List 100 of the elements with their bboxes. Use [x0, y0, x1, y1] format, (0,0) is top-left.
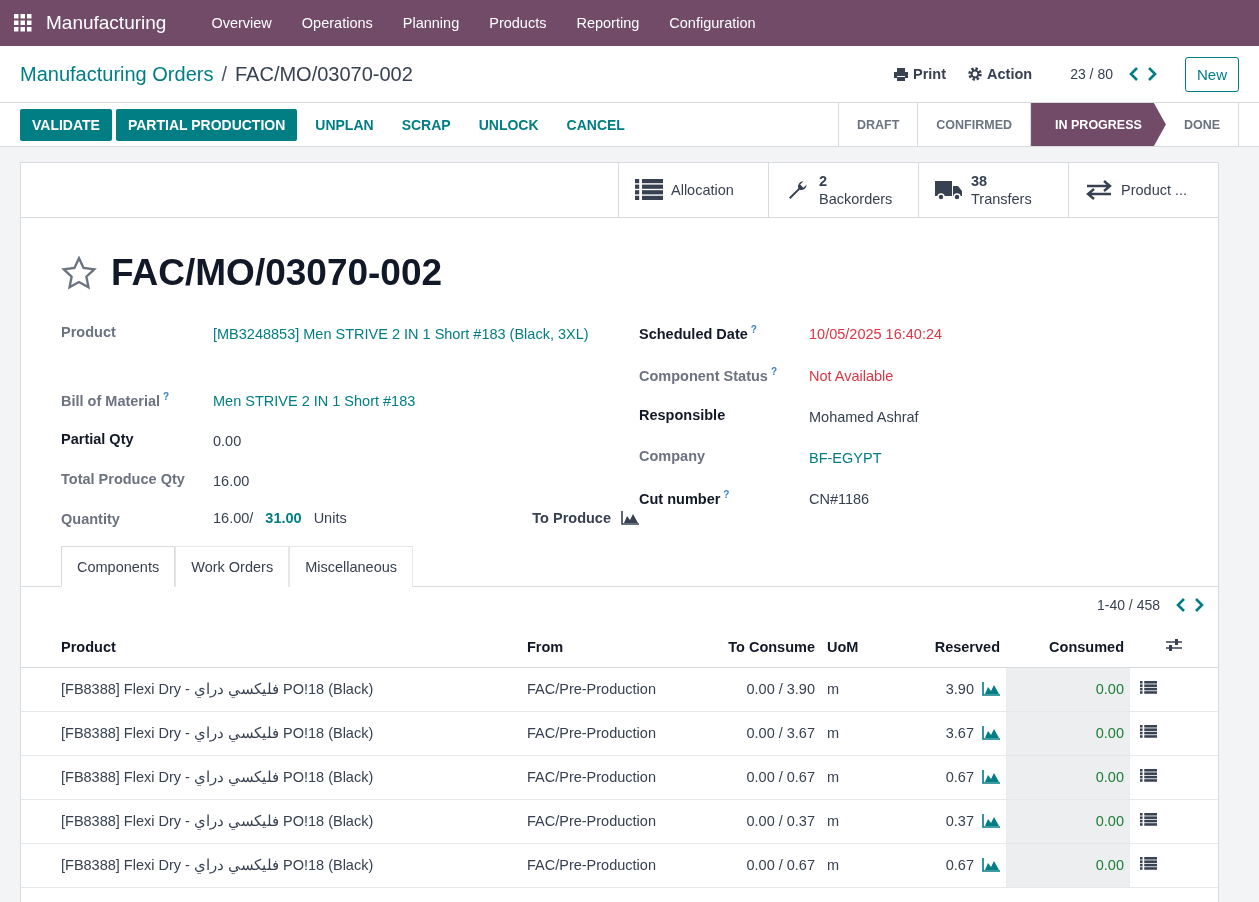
tab[interactable]: Work Orders — [175, 546, 290, 587]
table-cell: FAC/Pre-Production — [521, 755, 701, 799]
menu-item[interactable]: Overview — [196, 15, 287, 31]
chart-icon[interactable] — [621, 511, 639, 525]
table-cell: 0.00 / 0.37 — [701, 799, 821, 843]
column-header[interactable]: From — [521, 627, 701, 667]
field-label: Partial Qty — [61, 430, 135, 447]
breadcrumb-item[interactable]: Manufacturing Orders — [20, 62, 214, 86]
chevron-left-icon[interactable] — [1176, 598, 1186, 612]
chevron-right-icon[interactable] — [1194, 598, 1204, 612]
table-cell: 0.00 / 3.67 — [701, 711, 821, 755]
column-header[interactable]: Reserved — [881, 627, 1006, 667]
menu-item[interactable]: Operations — [286, 15, 388, 31]
breadcrumb-item: FAC/MO/03070-002 — [235, 62, 413, 86]
app-grid-icon[interactable] — [14, 14, 32, 32]
status-stage[interactable]: IN PROGRESS — [1031, 103, 1166, 146]
table-cell: [FB8388] Flexi Dry - فليكسي دراي PO!18 (Black) — [21, 755, 521, 799]
chart-icon[interactable] — [982, 682, 1000, 696]
table-cell: m — [821, 711, 881, 755]
table-cell: FAC/Pre-Production — [521, 667, 701, 711]
list-icon[interactable] — [1140, 680, 1157, 695]
consumed-cell[interactable]: 0.00 — [1006, 799, 1130, 843]
column-header[interactable]: Consumed — [1006, 627, 1130, 667]
table-cell: [FB8388] Flexi Dry - فليكسي دراي PO!18 (Black) — [21, 711, 521, 755]
field-value[interactable]: Men STRIVE 2 IN 1 Short #183 — [213, 389, 416, 414]
field-label: Responsible — [639, 406, 727, 423]
table-cell: FAC/Pre-Production — [521, 711, 701, 755]
app-name[interactable]: Manufacturing — [46, 12, 167, 34]
list-icon[interactable] — [1140, 856, 1157, 871]
column-header[interactable]: UoM — [821, 627, 881, 667]
field-value: Not Available — [809, 367, 894, 386]
list-icon[interactable] — [1140, 768, 1157, 783]
table-cell: m — [821, 755, 881, 799]
unit-label: Units — [313, 510, 347, 526]
action-button[interactable]: UNPLAN — [301, 108, 388, 141]
field-label: Scheduled Date $^{?}$ — [639, 323, 758, 342]
chart-icon[interactable] — [982, 858, 1000, 872]
action-button[interactable]: CANCEL — [552, 108, 639, 141]
chart-icon[interactable] — [982, 726, 1000, 740]
field-label: Product — [61, 323, 117, 340]
settings-icon — [968, 67, 983, 81]
list-icon[interactable] — [1140, 812, 1157, 827]
chart-icon[interactable] — [982, 770, 1000, 784]
field-value: 0.00 — [213, 432, 242, 451]
table-cell: 0.00 / 3.90 — [701, 667, 821, 711]
target-quantity: 31.00 — [265, 510, 302, 526]
chevron-right-icon[interactable] — [1147, 67, 1157, 81]
field-label: Bill of Material $^{?}$ — [61, 390, 171, 409]
tab[interactable]: Components — [61, 546, 176, 587]
star-icon[interactable] — [61, 256, 97, 290]
new-button[interactable]: New — [1185, 56, 1239, 92]
list-icon[interactable] — [635, 178, 663, 202]
field-value: 16.00 — [213, 472, 250, 491]
field-label: Company — [639, 447, 707, 464]
consumed-cell[interactable]: 0.00 — [1006, 755, 1130, 799]
menu-item[interactable]: Configuration — [654, 15, 771, 31]
menu-item[interactable]: Reporting — [561, 15, 655, 31]
field-value: CN#1186 — [809, 490, 870, 509]
field-value[interactable]: BF-EGYPT — [809, 446, 882, 471]
list-icon[interactable] — [1140, 724, 1157, 739]
column-header[interactable]: Product — [21, 627, 521, 667]
chart-icon[interactable] — [982, 814, 1000, 828]
action-button[interactable]: VALIDATE — [20, 108, 112, 141]
field-value: Mohamed Ashraf — [809, 408, 919, 427]
table-cell: [FB8388] Flexi Dry - فليكسي دراي PO!18 (Black) — [21, 799, 521, 843]
truck-icon — [935, 178, 963, 202]
table-cell: [FB8388] Flexi Dry - فليكسي دراي PO!18 (Black) — [21, 667, 521, 711]
consumed-cell[interactable]: 0.00 — [1006, 711, 1130, 755]
produced-quantity: 16.00/ — [213, 510, 254, 526]
reserved-quantity: 0.67 — [945, 857, 974, 873]
to-produce-label: To Produce — [532, 510, 611, 526]
field-value: 10/05/2025 16:40:24 — [809, 325, 943, 344]
print-button[interactable]: Print — [894, 66, 947, 82]
consumed-cell[interactable]: 0.00 — [1006, 667, 1130, 711]
field-label: Quantity — [61, 510, 121, 527]
field-value[interactable]: [MB3248853] Men STRIVE 2 IN 1 Short #183 (Black, 3XL) — [213, 322, 589, 347]
chevron-left-icon[interactable] — [1129, 67, 1139, 81]
reserved-quantity: 3.90 — [945, 681, 974, 697]
record-pager: 23 / 80 — [1070, 66, 1113, 82]
field-label: Cut number $^{?}$ — [639, 488, 731, 507]
tab[interactable]: Miscellaneous — [289, 546, 414, 587]
menu-item[interactable]: Products — [474, 15, 562, 31]
column-header[interactable]: To Consume — [701, 627, 821, 667]
table-cell: m — [821, 799, 881, 843]
consumed-cell[interactable]: 0.00 — [1006, 843, 1130, 887]
swap-arrows-icon — [1085, 180, 1113, 200]
action-button[interactable]: UNLOCK — [464, 108, 553, 141]
reserved-quantity: 0.67 — [945, 769, 974, 785]
record-title: FAC/MO/03070-002 — [111, 252, 443, 294]
field-label: Total Produce Qty — [61, 470, 186, 487]
action-button[interactable]: SCRAP — [387, 108, 465, 141]
field-label: Component Status $^{?}$ — [639, 365, 778, 384]
table-cell: FAC/Pre-Production — [521, 843, 701, 887]
menu-item[interactable]: Planning — [387, 15, 475, 31]
reserved-quantity: 3.67 — [945, 725, 974, 741]
table-cell: [FB8388] Flexi Dry - فليكسي دراي PO!18 (Black) — [21, 843, 521, 887]
action-button[interactable]: PARTIAL PRODUCTION — [115, 108, 298, 141]
action-button[interactable]: Action — [968, 66, 1033, 82]
breadcrumb-separator: / — [221, 62, 227, 86]
column-settings-icon[interactable] — [1166, 638, 1182, 653]
